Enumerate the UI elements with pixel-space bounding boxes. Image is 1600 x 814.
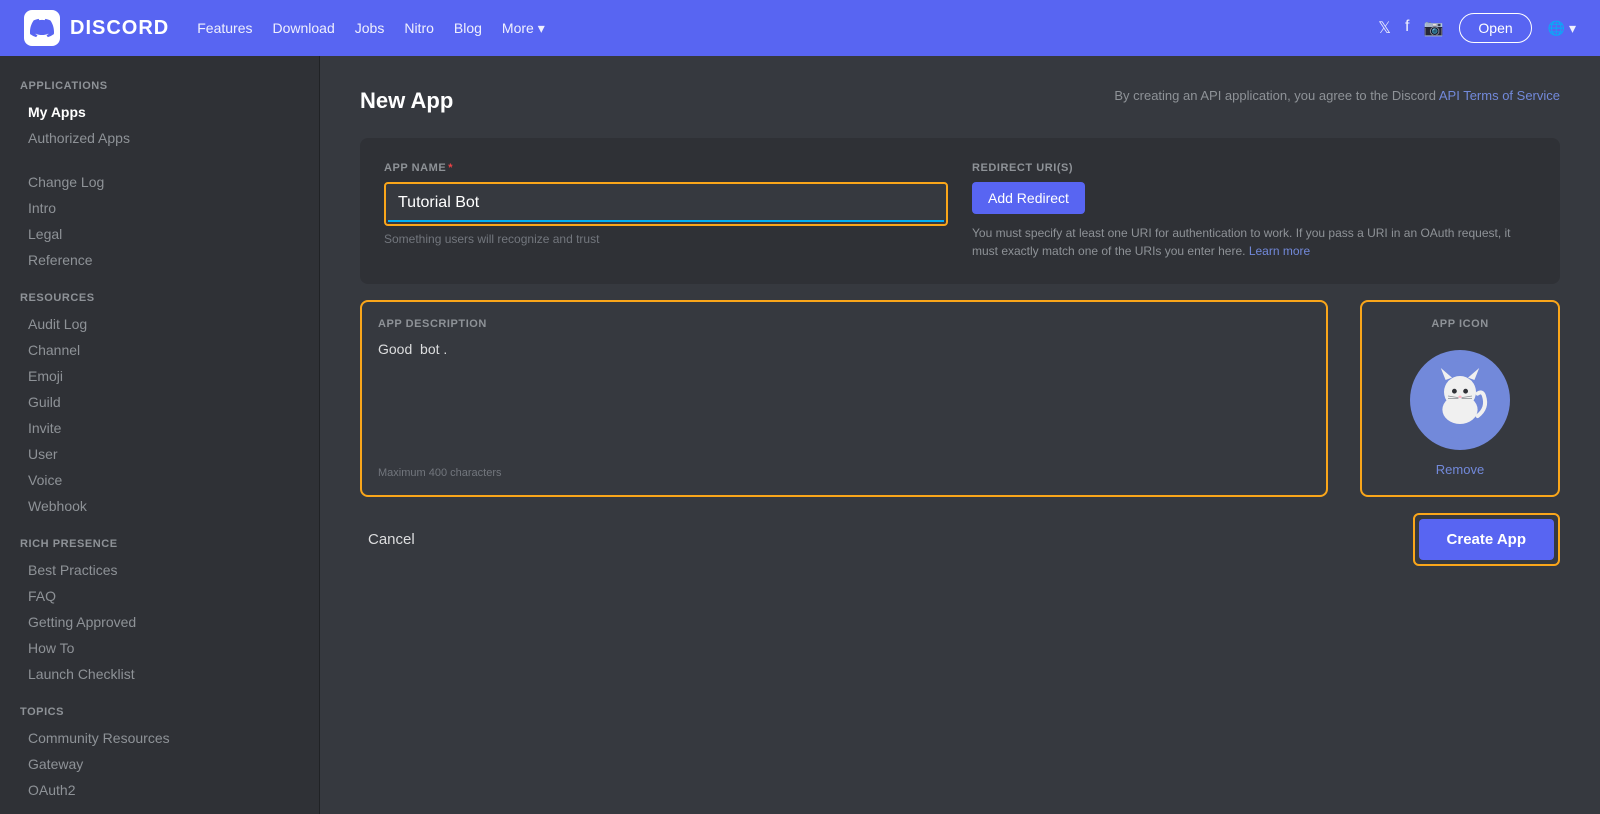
sidebar-item-legal[interactable]: Legal [20, 222, 299, 246]
app-description-input[interactable]: Good bot . [378, 338, 1310, 458]
topnav-right: 𝕏 f 📷 Open 🌐 ▾ [1378, 13, 1576, 43]
twitter-icon[interactable]: 𝕏 [1378, 18, 1391, 38]
app-icon-label: APP ICON [1431, 318, 1488, 330]
form-row-desc-icon: APP DESCRIPTION Good bot . Maximum 400 c… [360, 300, 1560, 497]
sidebar-item-audit-log[interactable]: Audit Log [20, 312, 299, 336]
sidebar-item-community-resources[interactable]: Community Resources [20, 726, 299, 750]
logo[interactable]: DISCORD [24, 10, 169, 46]
sidebar-item-invite[interactable]: Invite [20, 416, 299, 440]
sidebar-item-guild[interactable]: Guild [20, 390, 299, 414]
sidebar-item-reference[interactable]: Reference [20, 248, 299, 272]
app-name-input[interactable] [388, 186, 944, 222]
remove-icon-link[interactable]: Remove [1436, 462, 1484, 477]
form-card-name-redirect: APP NAME* Something users will recognize… [360, 138, 1560, 284]
required-marker: * [448, 162, 453, 174]
app-name-input-wrapper [384, 182, 948, 226]
actions-row: Cancel Create App [360, 513, 1560, 566]
logo-box [24, 10, 60, 46]
layout: APPLICATIONS My Apps Authorized Apps Cha… [0, 56, 1600, 814]
learn-more-link[interactable]: Learn more [1249, 244, 1310, 258]
nav-jobs[interactable]: Jobs [355, 20, 385, 37]
redirect-uris-col: REDIRECT URI(S) Add Redirect You must sp… [972, 162, 1536, 260]
app-name-hint: Something users will recognize and trust [384, 232, 948, 246]
terms-of-service-link[interactable]: API Terms of Service [1439, 88, 1560, 103]
page-subtitle: By creating an API application, you agre… [1114, 88, 1560, 103]
sidebar-item-how-to[interactable]: How To [20, 636, 299, 660]
page-title: New App [360, 88, 453, 114]
topics-section-title: TOPICS [20, 706, 299, 718]
sidebar-item-best-practices[interactable]: Best Practices [20, 558, 299, 582]
language-button[interactable]: 🌐 ▾ [1548, 20, 1576, 37]
nav-features[interactable]: Features [197, 20, 252, 37]
facebook-icon[interactable]: f [1405, 18, 1409, 38]
nav-blog[interactable]: Blog [454, 20, 482, 37]
sidebar-item-emoji[interactable]: Emoji [20, 364, 299, 388]
app-description-hint: Maximum 400 characters [378, 467, 1310, 479]
redirect-info: You must specify at least one URI for au… [972, 224, 1536, 260]
app-name-col: APP NAME* Something users will recognize… [384, 162, 948, 260]
sidebar-item-intro[interactable]: Intro [20, 196, 299, 220]
sidebar-item-gateway[interactable]: Gateway [20, 752, 299, 776]
topnav: DISCORD Features Download Jobs Nitro Blo… [0, 0, 1600, 56]
sidebar-item-oauth2[interactable]: OAuth2 [20, 778, 299, 802]
sidebar-item-authorized-apps[interactable]: Authorized Apps [20, 126, 299, 150]
page-header: New App By creating an API application, … [360, 88, 1560, 114]
create-app-button[interactable]: Create App [1419, 519, 1554, 560]
app-icon-image [1420, 360, 1500, 440]
app-name-label: APP NAME* [384, 162, 948, 174]
topnav-left: DISCORD Features Download Jobs Nitro Blo… [24, 10, 545, 46]
resources-section-title: RESOURCES [20, 292, 299, 304]
main-content: New App By creating an API application, … [320, 56, 1600, 814]
app-description-label: APP DESCRIPTION [378, 318, 1310, 330]
sidebar-item-faq[interactable]: FAQ [20, 584, 299, 608]
sidebar-item-voice[interactable]: Voice [20, 468, 299, 492]
nav-links: Features Download Jobs Nitro Blog More ▾ [197, 20, 545, 37]
create-btn-wrapper: Create App [1413, 513, 1560, 566]
social-icons: 𝕏 f 📷 [1378, 18, 1443, 38]
sidebar-item-channel[interactable]: Channel [20, 338, 299, 362]
nav-download[interactable]: Download [272, 20, 334, 37]
sidebar-item-launch-checklist[interactable]: Launch Checklist [20, 662, 299, 686]
nav-nitro[interactable]: Nitro [404, 20, 434, 37]
sidebar: APPLICATIONS My Apps Authorized Apps Cha… [0, 56, 320, 814]
logo-text: DISCORD [70, 17, 169, 40]
applications-section-title: APPLICATIONS [20, 80, 299, 92]
sidebar-item-my-apps[interactable]: My Apps [20, 100, 299, 124]
add-redirect-button[interactable]: Add Redirect [972, 182, 1085, 214]
sidebar-item-getting-approved[interactable]: Getting Approved [20, 610, 299, 634]
cancel-button[interactable]: Cancel [360, 523, 423, 556]
rich-presence-section-title: RICH PRESENCE [20, 538, 299, 550]
app-icon-col: APP ICON [1360, 300, 1560, 497]
redirect-label: REDIRECT URI(S) [972, 162, 1536, 174]
sidebar-item-user[interactable]: User [20, 442, 299, 466]
sidebar-item-change-log[interactable]: Change Log [20, 170, 299, 194]
form-row-name-redirect: APP NAME* Something users will recognize… [384, 162, 1536, 260]
app-icon-preview [1410, 350, 1510, 450]
instagram-icon[interactable]: 📷 [1423, 18, 1443, 38]
nav-more[interactable]: More ▾ [502, 20, 545, 37]
app-description-col: APP DESCRIPTION Good bot . Maximum 400 c… [360, 300, 1328, 497]
sidebar-item-webhook[interactable]: Webhook [20, 494, 299, 518]
discord-icon [30, 16, 54, 40]
open-button[interactable]: Open [1459, 13, 1531, 43]
